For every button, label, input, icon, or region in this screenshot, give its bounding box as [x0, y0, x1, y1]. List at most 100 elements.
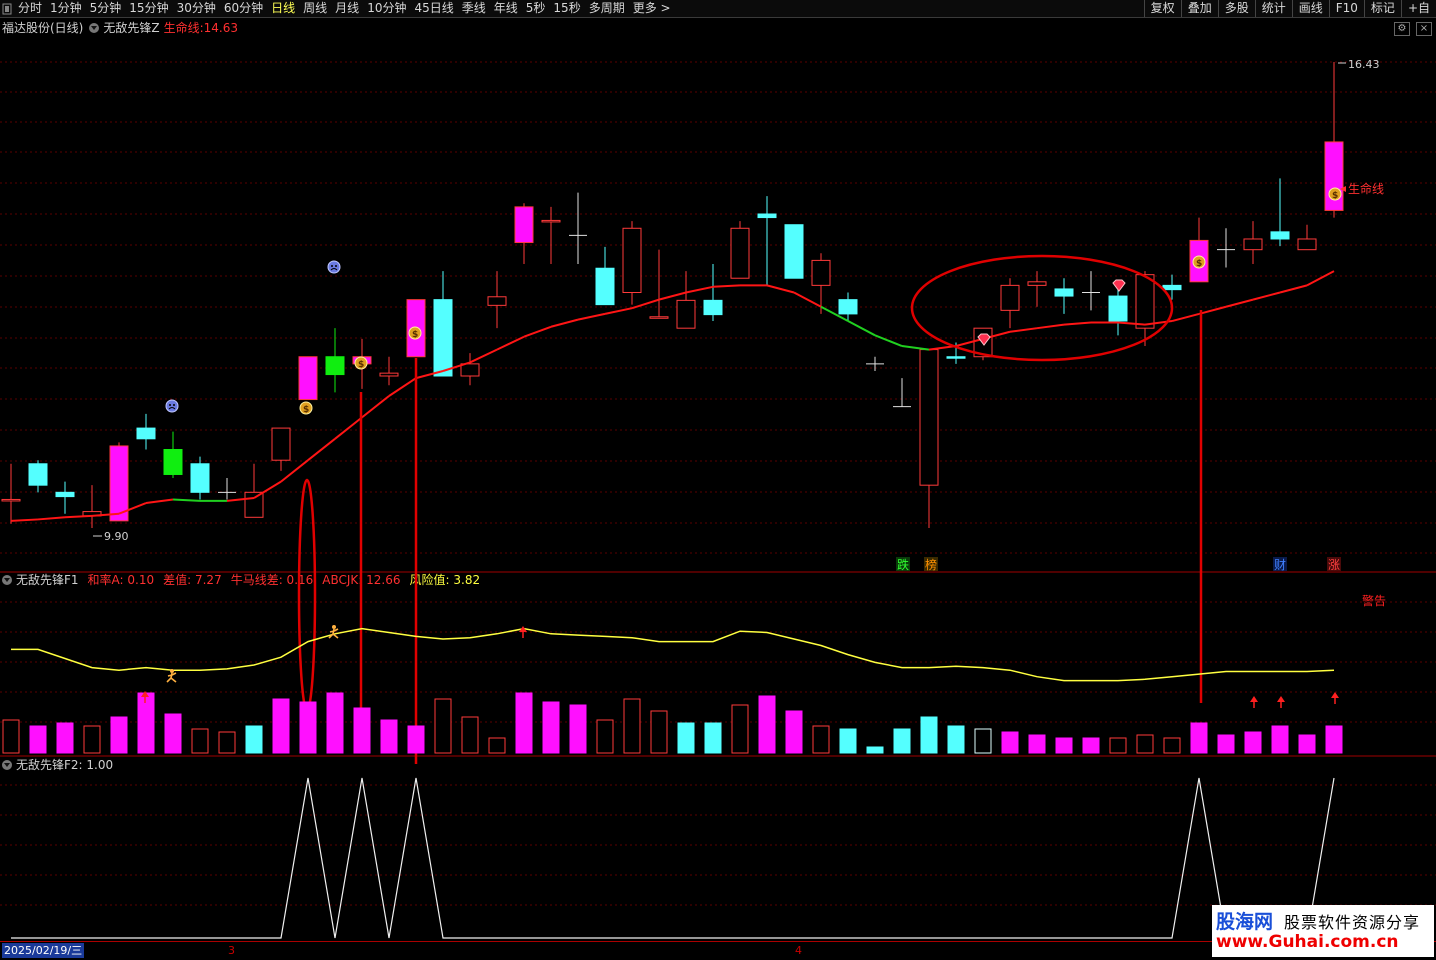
candle: [55, 481, 75, 514]
candle-body: [190, 463, 210, 493]
tag-fall: 跌: [897, 557, 909, 572]
lifeline-segment: [64, 514, 93, 519]
watermark-url: www.Guhai.com.cn: [1216, 932, 1399, 952]
lifeline-segment: [280, 459, 309, 483]
f1-volume-bar: [893, 728, 911, 754]
candle-body: [1162, 284, 1182, 291]
f1-volume-bar: [1001, 731, 1019, 754]
f1-volume-bar: [1109, 737, 1127, 754]
lifeline-segment: [577, 312, 606, 321]
lifeline-segment: [307, 438, 336, 461]
candle: [1000, 278, 1020, 329]
candle: [1054, 278, 1074, 314]
f1-volume-bar: [1217, 734, 1235, 754]
candle: [487, 271, 507, 329]
f1-volume-bar: [650, 710, 668, 754]
lifeline-segment: [1036, 323, 1065, 330]
candle: [919, 349, 939, 528]
candle: [1162, 274, 1182, 300]
sad-face-eye: [169, 404, 171, 406]
candle-body: [757, 213, 777, 219]
arrow-head: [1250, 696, 1258, 702]
f1-volume-bar: [1271, 725, 1289, 754]
lifeline-segment: [37, 516, 66, 521]
lifeline-segment: [685, 285, 714, 294]
diamond-shape: [1112, 279, 1126, 292]
candle-body: [838, 299, 858, 315]
candle-body: [1270, 231, 1290, 240]
f1-volume-bar: [1244, 731, 1262, 754]
f1-volume-bar: [56, 722, 74, 754]
runner-limbs: [166, 672, 177, 683]
f1-volume-bar: [1082, 737, 1100, 754]
watermark-brand: 股海网: [1216, 911, 1274, 933]
red-arrow-icon: [1277, 696, 1285, 708]
lifeline-segment: [550, 318, 579, 328]
f1-risk-line: [11, 627, 1335, 682]
f1-volume-bar: [164, 713, 182, 754]
candle-body: [649, 316, 669, 319]
f1-volume-bar: [407, 725, 425, 754]
money-bag-icon: $: [299, 401, 313, 415]
f1-volume-bar: [542, 701, 560, 754]
tag-rank: 榜: [925, 557, 937, 572]
annotation-ellipse-small: [297, 478, 317, 712]
money-bag-symbol: $: [358, 360, 364, 370]
candle: [1297, 224, 1317, 251]
f1-volume-bar: [920, 716, 938, 754]
sad-face-circle: [327, 260, 341, 274]
candle-body: [244, 491, 264, 518]
candle: [703, 263, 723, 322]
candle-body: [163, 449, 183, 475]
candle-body: [784, 224, 804, 279]
candle: [1082, 271, 1100, 311]
candle: [1270, 178, 1290, 247]
money-bag-symbol: $: [412, 330, 418, 340]
candle: [1108, 285, 1128, 336]
f1-volume-bar: [2, 719, 20, 754]
f1-volume-bar: [434, 698, 452, 754]
watermark-logo: 股海网 股票软件资源分享 www.Guhai.com.cn: [1212, 905, 1434, 957]
f1-volume-bar: [677, 722, 695, 754]
red-arrow-icon: [519, 626, 527, 638]
lifeline-segment: [334, 416, 363, 440]
candle-body: [1054, 288, 1074, 297]
lifeline-segment: [10, 518, 39, 522]
lifeline-segment: [874, 334, 903, 347]
sad-face-eye: [173, 404, 175, 406]
candle-body: [541, 219, 561, 223]
f1-volume-bar: [488, 737, 506, 754]
candle-body: [1135, 274, 1155, 329]
candle-body: [136, 427, 156, 440]
f1-volume-bar: [272, 698, 290, 754]
candle: [595, 246, 615, 306]
f1-volume-bar: [380, 719, 398, 754]
candle-body: [379, 372, 399, 377]
candle-body: [703, 299, 723, 316]
lifeline-segment: [1063, 321, 1092, 326]
candle: [676, 271, 696, 329]
money-bag-symbol: $: [1332, 191, 1338, 201]
candle-body: [1297, 238, 1317, 251]
date-start: 2025/02/19/三: [2, 943, 85, 958]
lifeline-segment: [712, 284, 741, 288]
candle: [109, 442, 129, 522]
f1-volume-bar: [569, 704, 587, 754]
candle: [163, 431, 183, 479]
f1-volume-bar: [461, 716, 479, 754]
candle: [866, 356, 884, 372]
candle-body: [514, 206, 534, 244]
candle: [730, 221, 750, 279]
f1-volume-bar: [1325, 725, 1343, 754]
f1-volume-bar: [218, 731, 236, 754]
f1-volume-bar: [785, 710, 803, 754]
candle-body: [28, 463, 48, 486]
candle-body: [487, 296, 507, 306]
candle-body: [919, 349, 939, 486]
chart-canvas[interactable]: 16.43 9.90 生命线跌 榜 财 涨 $ $ $ $ $: [0, 0, 1436, 941]
f1-volume-bar: [515, 692, 533, 754]
f1-volume-bar: [947, 725, 965, 754]
tag-cai: 财: [1274, 558, 1286, 572]
money-bag-symbol: $: [303, 405, 309, 415]
lifeline-segment: [1009, 327, 1038, 333]
